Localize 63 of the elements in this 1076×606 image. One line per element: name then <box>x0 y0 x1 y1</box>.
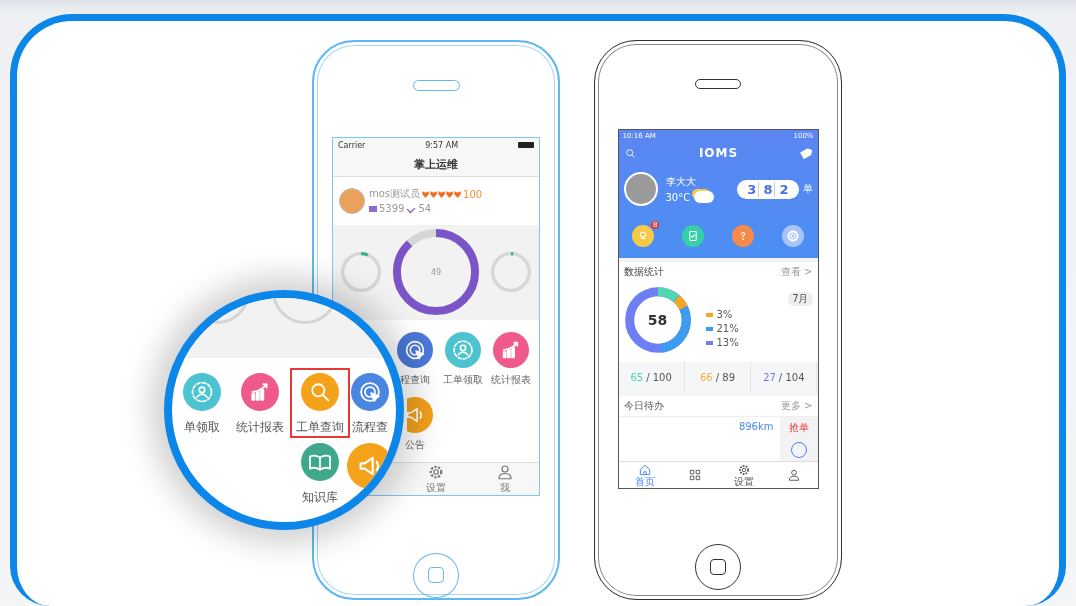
person-icon[interactable] <box>495 462 514 481</box>
donut-chart-drawing <box>623 286 692 354</box>
message-icon <box>369 205 377 212</box>
menu-label[interactable]: 工单领取 <box>443 372 483 387</box>
weather-icon <box>694 191 715 203</box>
clock: 9:57 AM <box>425 140 459 150</box>
section-title: 今日待办 <box>623 399 664 413</box>
summary-value: 66 <box>700 371 713 383</box>
tab-label[interactable]: 设置 <box>734 477 755 487</box>
home-icon[interactable] <box>637 463 652 477</box>
message-count: 5399 <box>379 203 405 215</box>
person-icon[interactable] <box>787 468 802 482</box>
summary-total: / 89 <box>715 371 735 383</box>
tab-label[interactable]: 设置 <box>426 480 446 495</box>
settings-icon[interactable] <box>781 225 804 247</box>
avatar <box>339 187 365 214</box>
battery-icon <box>518 142 534 149</box>
tab-label[interactable]: 我 <box>499 480 510 495</box>
search-icon[interactable] <box>623 146 637 160</box>
gauge-value: 49 <box>430 267 442 277</box>
counter-digit: 3 <box>745 181 760 197</box>
carrier-label: Carrier <box>338 140 366 150</box>
people-icon[interactable] <box>445 331 481 368</box>
legend-value: 3% <box>716 309 733 320</box>
summary-value: 65 <box>630 371 644 383</box>
app-logo: IOMS <box>698 146 739 160</box>
target-icon[interactable] <box>397 331 433 368</box>
grid-icon[interactable] <box>687 468 702 482</box>
megaphone-icon[interactable] <box>407 396 433 433</box>
menu-label[interactable]: 公告 <box>405 437 425 452</box>
summary-total: / 104 <box>778 371 805 383</box>
legend-value: 13% <box>716 337 739 348</box>
chart-icon[interactable] <box>493 331 529 368</box>
tab-label[interactable]: 首页 <box>634 477 655 487</box>
distance: 896km <box>738 421 774 434</box>
settings-icon[interactable] <box>737 463 752 477</box>
section-title: 数据统计 <box>623 265 664 279</box>
user-name: mos测试员 <box>369 187 421 202</box>
question-icon[interactable] <box>731 225 754 247</box>
month-dropdown[interactable]: 7月 <box>788 292 813 306</box>
temperature: 30°C <box>665 191 691 203</box>
score: 100 <box>463 188 483 200</box>
check-count: 54 <box>418 203 432 215</box>
menu-item[interactable]: 工单查询 <box>290 368 350 438</box>
grab-order-button[interactable]: 抢单 <box>788 420 809 435</box>
menu-item[interactable]: 统计报表 <box>230 368 290 438</box>
total-count: 58 <box>647 312 668 328</box>
menu-label[interactable]: 统计报表 <box>491 372 531 387</box>
legend-value: 21% <box>716 323 739 334</box>
app-title: 掌上运维 <box>333 152 539 177</box>
avatar <box>623 172 658 206</box>
clipboard-icon[interactable] <box>682 225 705 247</box>
user-name: 李大大 <box>665 175 697 189</box>
menu-item[interactable]: 流程查 <box>350 368 390 438</box>
bulb-icon[interactable] <box>632 225 655 247</box>
counter-digit: 2 <box>778 181 790 197</box>
counter-digit: 8 <box>761 181 776 197</box>
summary-total: / 100 <box>646 371 672 383</box>
menu-item[interactable]: 知识库 <box>290 438 350 508</box>
menu-item[interactable]: 单领取 <box>174 368 230 438</box>
summary-value: 27 <box>763 371 776 383</box>
counter-unit: 单 <box>802 182 813 196</box>
menu-label[interactable]: 程查询 <box>400 372 430 387</box>
